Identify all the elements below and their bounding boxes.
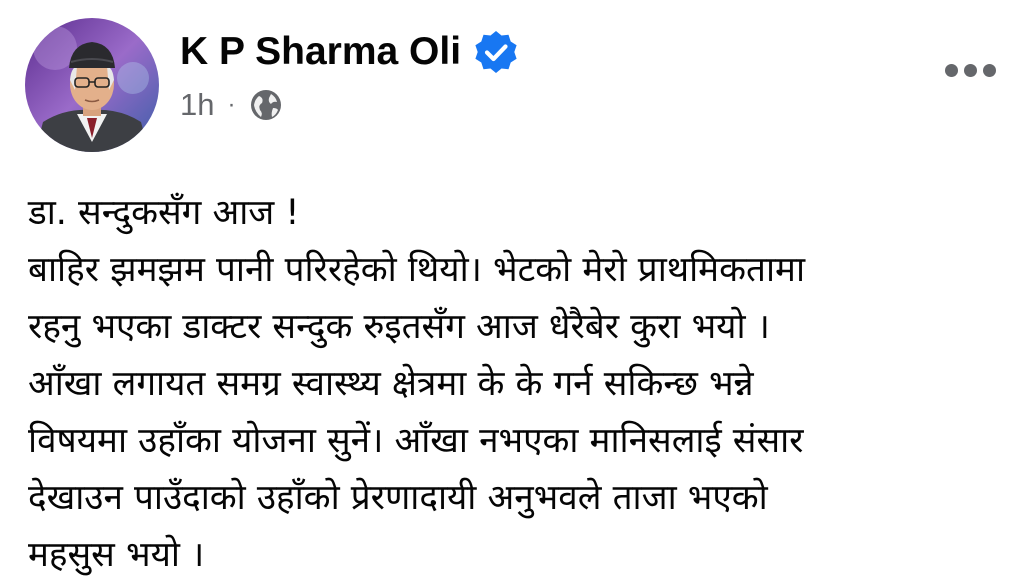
post-line: आँखा लगायत समग्र स्वास्थ्य क्षेत्रमा के …	[28, 364, 754, 404]
more-options-icon[interactable]	[940, 58, 1000, 82]
author-avatar[interactable]	[25, 18, 159, 152]
post-time[interactable]: 1h	[180, 87, 214, 123]
more-dot-icon	[944, 63, 958, 77]
post-meta: 1h ·	[180, 86, 283, 124]
author-name[interactable]: K P Sharma Oli	[180, 28, 519, 76]
post-body: डा. सन्दुकसँग आज ! बाहिर झमझम पानी परिरह…	[28, 185, 1003, 584]
post-line: देखाउन पाउँदाको उहाँको प्रेरणादायी अनुभव…	[28, 478, 768, 518]
globe-icon[interactable]	[249, 88, 283, 122]
post-line: बाहिर झमझम पानी परिरहेको थियो। भेटको मेर…	[28, 250, 806, 290]
author-name-text[interactable]: K P Sharma Oli	[180, 28, 461, 76]
avatar-portrait	[25, 18, 159, 152]
post-line: विषयमा उहाँका योजना सुनें। आँखा नभएका मा…	[28, 421, 804, 461]
meta-separator: ·	[227, 91, 236, 118]
post-line: डा. सन्दुकसँग आज !	[28, 193, 300, 233]
more-dot-icon	[982, 63, 996, 77]
post-line: महसुस भयो ।	[28, 535, 205, 575]
post-line: रहनु भएका डाक्टर सन्दुक रुइतसँग आज धेरैब…	[28, 307, 770, 347]
verified-badge-icon	[473, 29, 519, 75]
more-dot-icon	[963, 63, 977, 77]
